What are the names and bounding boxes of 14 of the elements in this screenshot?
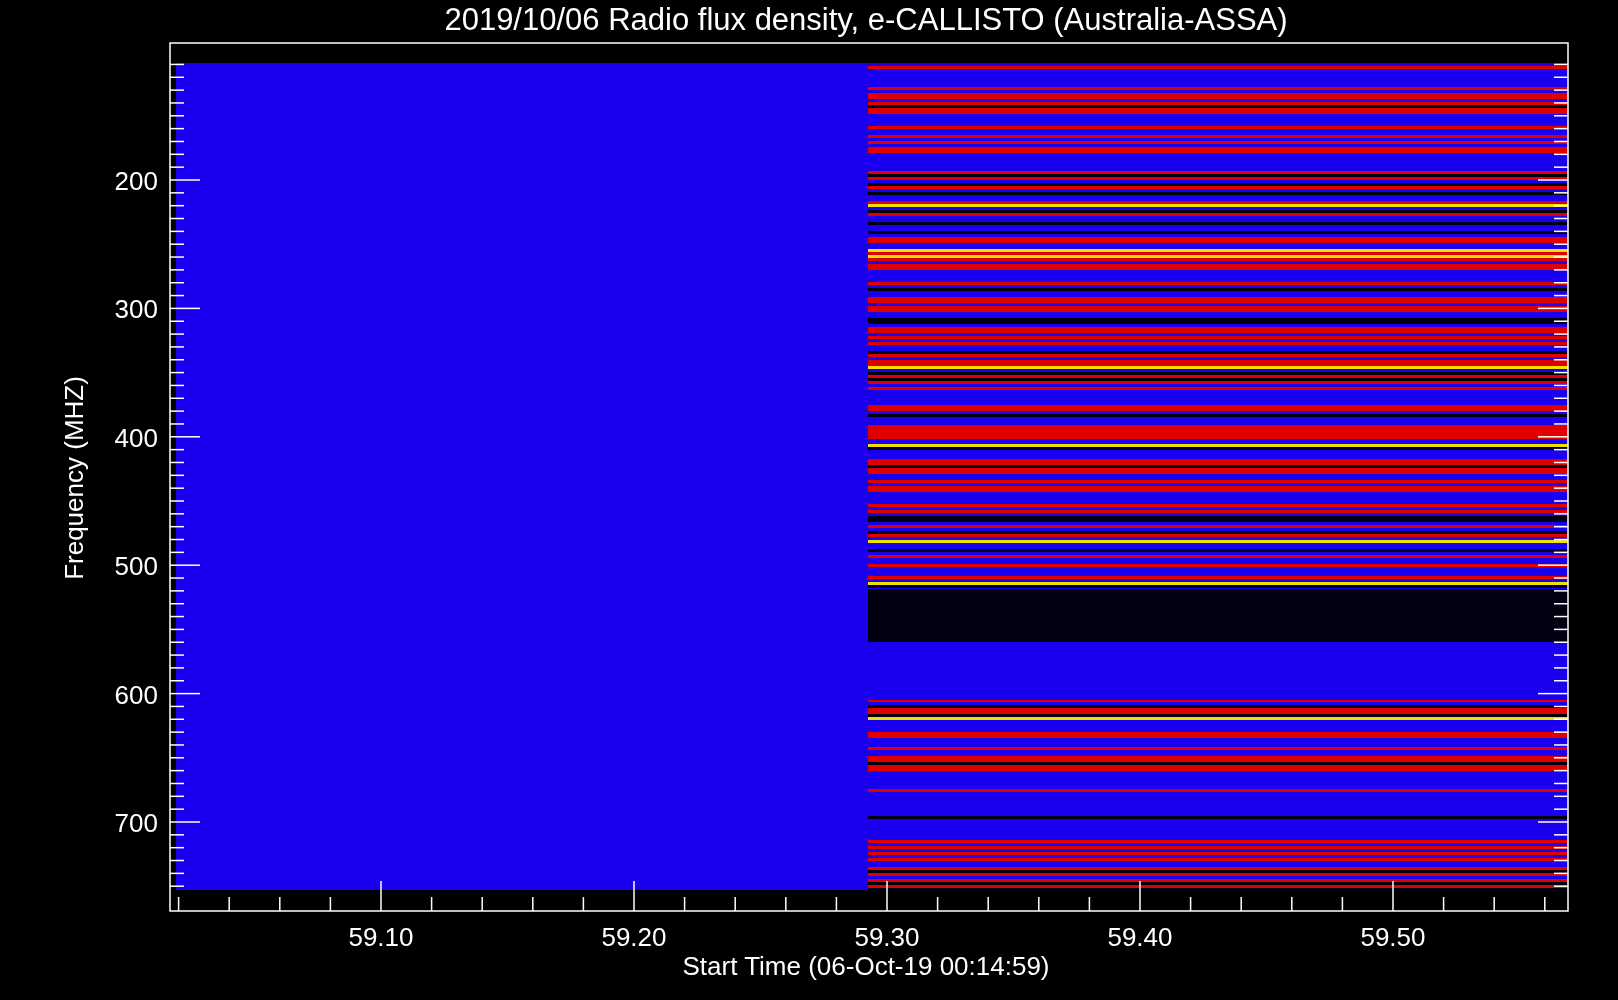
x-tick-label: 59.40 (1107, 922, 1173, 952)
x-tick-label: 59.20 (601, 922, 667, 952)
y-tick-label: 700 (114, 808, 158, 838)
x-axis-label: Start Time (06-Oct-19 00:14:59) (682, 951, 1050, 981)
chart-title: 2019/10/06 Radio flux density, e-CALLISTO (Australia-ASSA) (444, 2, 1288, 37)
y-tick-label: 600 (114, 679, 158, 710)
y-tick-label: 200 (114, 166, 158, 196)
x-tick-label: 59.50 (1360, 922, 1426, 952)
y-tick-label: 400 (114, 422, 158, 453)
y-tick-label: 300 (114, 294, 158, 325)
x-tick-label: 59.30 (854, 922, 920, 952)
x-tick-label: 59.10 (348, 922, 414, 952)
y-tick-label: 500 (114, 551, 158, 582)
y-axis-label: Frequency (MHZ) (59, 376, 89, 580)
